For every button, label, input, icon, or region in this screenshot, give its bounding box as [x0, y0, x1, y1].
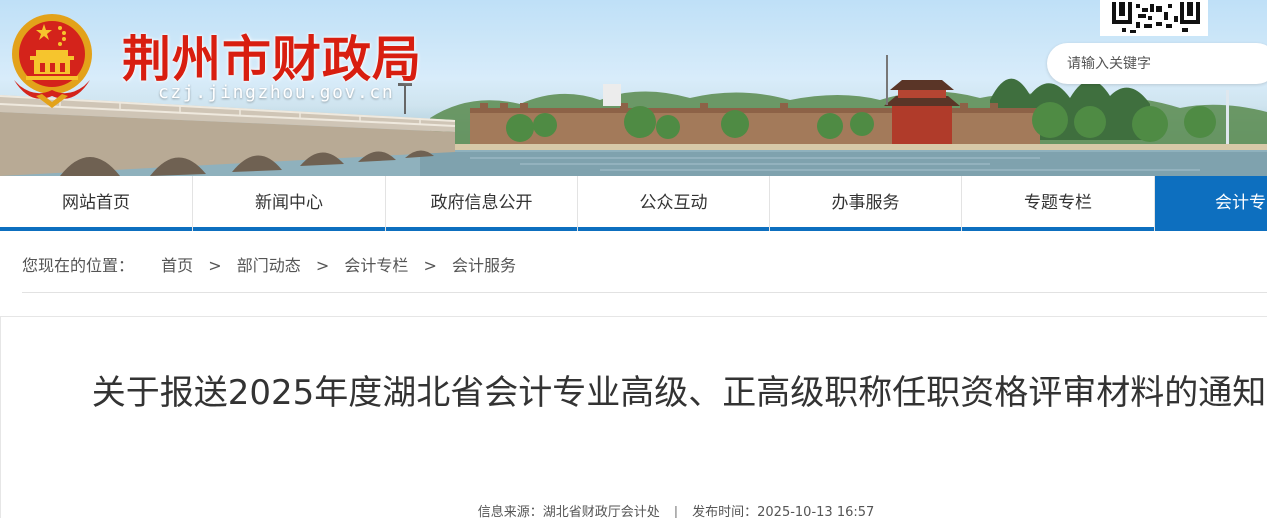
nav-item-topics[interactable]: 专题专栏 [962, 176, 1155, 231]
source-value: 湖北省财政厅会计处 [542, 505, 660, 518]
national-emblem-icon [12, 14, 92, 108]
nav-item-accounting[interactable]: 会计专 [1155, 176, 1267, 231]
breadcrumb-lead: 您现在的位置： [22, 256, 135, 275]
nav-item-news[interactable]: 新闻中心 [193, 176, 386, 231]
article-title: 关于报送2025年度湖北省会计专业高级、正高级职称任职资格评审材料的通知 [91, 373, 1267, 413]
breadcrumb-accounting-service[interactable]: 会计服务 [452, 252, 516, 276]
main-nav: 网站首页 新闻中心 政府信息公开 公众互动 办事服务 专题专栏 会计专 [0, 176, 1267, 231]
search-box[interactable] [1047, 43, 1267, 84]
nav-item-interaction[interactable]: 公众互动 [578, 176, 770, 231]
breadcrumb-separator: > [423, 256, 437, 275]
source-label: 信息来源： [477, 505, 543, 518]
breadcrumb-accounting-column[interactable]: 会计专栏 [344, 252, 408, 276]
nav-item-home[interactable]: 网站首页 [0, 176, 193, 231]
nav-item-gov-info[interactable]: 政府信息公开 [386, 176, 578, 231]
meta-divider: | [673, 505, 679, 518]
site-title: 荆州市财政局 [122, 31, 423, 88]
search-input[interactable] [1067, 52, 1257, 76]
breadcrumb-dept-news[interactable]: 部门动态 [237, 252, 301, 276]
breadcrumb-separator: > [208, 256, 222, 275]
breadcrumb-separator: > [315, 256, 330, 275]
article-meta: 信息来源：湖北省财政厅会计处 | 发布时间：2025-10-13 16:57 [1, 501, 1267, 518]
site-banner: 荆州市财政局 czj.jingzhou.gov.cn [0, 0, 1267, 176]
qr-code-icon [1100, 0, 1214, 36]
breadcrumb-divider [22, 292, 1267, 293]
article-panel: 关于报送2025年度湖北省会计专业高级、正高级职称任职资格评审材料的通知 信息来… [0, 316, 1267, 518]
breadcrumb: 您现在的位置： 首页 > 部门动态 > 会计专栏 > 会计服务 [22, 252, 516, 276]
breadcrumb-home[interactable]: 首页 [161, 252, 193, 276]
date-value: 2025-10-13 16:57 [757, 505, 875, 518]
date-label: 发布时间： [692, 505, 758, 518]
nav-item-services[interactable]: 办事服务 [770, 176, 962, 231]
site-url: czj.jingzhou.gov.cn [158, 82, 395, 103]
